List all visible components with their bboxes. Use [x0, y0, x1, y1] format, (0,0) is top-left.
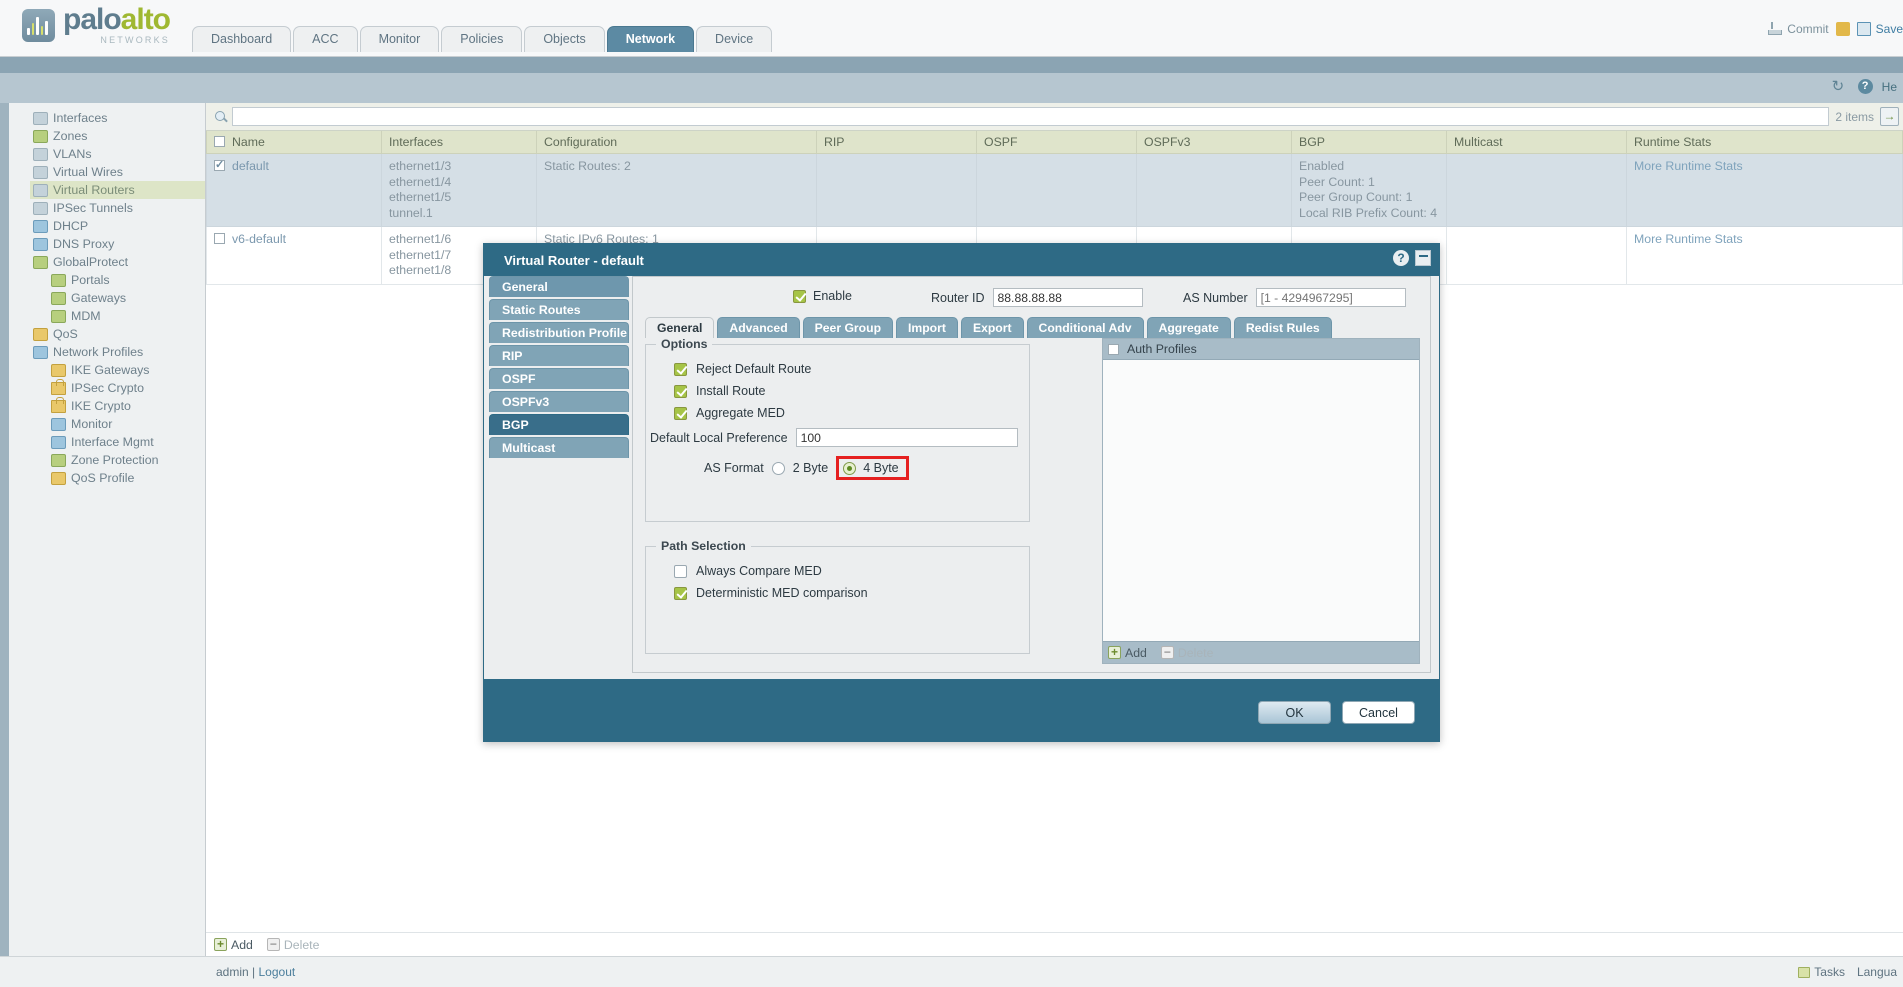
bgp-general-tab-content: Options Reject Default Route Install Rou…: [645, 337, 1420, 664]
aggregate-med-checkbox[interactable]: [674, 406, 687, 420]
bgp-horizontal-tabs: General Advanced Peer Group Import Export Con…: [645, 317, 1335, 338]
as-format-label: AS Format: [704, 461, 764, 475]
path-selection-fieldset: Path Selection Always Compare MED Determ…: [645, 539, 1030, 654]
bgp-tab-import[interactable]: Import: [896, 317, 958, 338]
dialog-vtab-general[interactable]: General: [489, 276, 629, 297]
router-id-input[interactable]: [992, 288, 1143, 307]
default-local-preference-row: Default Local Preference: [650, 428, 1029, 447]
dialog-vtab-redistribution-profile[interactable]: Redistribution Profile: [489, 322, 629, 343]
as-format-4byte-highlight: 4 Byte: [836, 456, 909, 480]
as-format-4byte-label: 4 Byte: [863, 461, 899, 475]
application-window: paloalto NETWORKS Dashboard ACC Monitor Pol…: [0, 0, 1903, 987]
reject-default-route-row[interactable]: Reject Default Route: [674, 362, 1029, 376]
minus-icon: −: [1160, 646, 1174, 659]
auth-profiles-delete-button[interactable]: − Delete: [1160, 645, 1214, 660]
options-fieldset: Options Reject Default Route Install Rou…: [645, 337, 1030, 522]
dialog-vtab-ospfv3[interactable]: OSPFv3: [489, 391, 629, 412]
dialog-vtab-static-routes[interactable]: Static Routes: [489, 299, 629, 320]
bgp-tab-redist-rules[interactable]: Redist Rules: [1233, 317, 1332, 338]
install-route-label: Install Route: [696, 384, 766, 398]
plus-icon: +: [1108, 646, 1121, 659]
dialog-vtab-rip[interactable]: RIP: [489, 345, 629, 366]
aggregate-med-row[interactable]: Aggregate MED: [674, 406, 1029, 420]
dialog-vtab-ospf[interactable]: OSPF: [489, 368, 629, 389]
dialog-body: General Static Routes Redistribution Profi…: [484, 276, 1439, 679]
deterministic-med-label: Deterministic MED comparison: [696, 586, 868, 600]
default-local-preference-input[interactable]: [795, 428, 1018, 447]
aggregate-med-label: Aggregate MED: [696, 406, 785, 420]
always-compare-med-label: Always Compare MED: [696, 564, 822, 578]
cancel-button[interactable]: Cancel: [1342, 701, 1415, 724]
dialog-title-bar: Virtual Router - default ?: [484, 244, 1439, 276]
path-selection-legend: Path Selection: [656, 539, 751, 553]
as-format-4byte-radio[interactable]: [843, 461, 857, 475]
bgp-tab-aggregate[interactable]: Aggregate: [1146, 317, 1231, 338]
bgp-tab-advanced[interactable]: Advanced: [717, 317, 800, 338]
install-route-row[interactable]: Install Route: [674, 384, 1029, 398]
default-local-preference-label: Default Local Preference: [650, 430, 788, 445]
reject-default-route-label: Reject Default Route: [696, 362, 812, 376]
bgp-tab-export[interactable]: Export: [960, 317, 1024, 338]
install-route-checkbox[interactable]: [674, 384, 687, 398]
as-number-row: AS Number: [1183, 288, 1406, 307]
modal-overlay: Virtual Router - default ? General Static…: [0, 0, 1903, 987]
auth-profiles-list[interactable]: [1103, 361, 1419, 641]
bgp-tab-conditional-adv[interactable]: Conditional Adv: [1026, 317, 1144, 338]
as-number-label: AS Number: [1183, 290, 1248, 305]
auth-profiles-delete-label: Delete: [1177, 645, 1214, 660]
enable-label: Enable: [813, 289, 852, 303]
always-compare-med-row[interactable]: Always Compare MED: [674, 564, 1029, 578]
as-number-input[interactable]: [1255, 288, 1406, 307]
dialog-help-icon[interactable]: ?: [1393, 250, 1409, 266]
deterministic-med-checkbox[interactable]: [674, 586, 687, 600]
as-format-2byte-label: 2 Byte: [792, 461, 829, 475]
as-format-row: AS Format 2 Byte 4 Byte: [704, 456, 1029, 480]
dialog-title: Virtual Router - default: [504, 252, 644, 268]
dialog-vtab-multicast[interactable]: Multicast: [489, 437, 629, 458]
router-id-row: Router ID: [931, 288, 1143, 307]
panel-header-row: Enable Router ID AS Number: [633, 277, 1430, 317]
auth-profiles-header: Auth Profiles: [1103, 339, 1419, 360]
enable-checkbox[interactable]: [793, 289, 806, 303]
always-compare-med-checkbox[interactable]: [674, 564, 687, 578]
options-legend: Options: [656, 337, 713, 351]
enable-checkbox-row[interactable]: Enable: [793, 289, 852, 303]
auth-profiles-action-bar: + Add − Delete: [1103, 641, 1419, 663]
virtual-router-dialog: Virtual Router - default ? General Static…: [483, 243, 1440, 742]
auth-profiles-select-all-checkbox[interactable]: [1108, 343, 1119, 355]
dialog-vtab-bgp[interactable]: BGP: [489, 414, 629, 435]
reject-default-route-checkbox[interactable]: [674, 362, 687, 376]
auth-profiles-panel: Auth Profiles + Add − Delete: [1102, 338, 1420, 664]
bgp-panel: Enable Router ID AS Number GeneralAdvanc…: [632, 276, 1431, 673]
bgp-tab-general[interactable]: General: [645, 317, 715, 338]
dialog-footer: OK Cancel: [484, 679, 1439, 741]
ok-button[interactable]: OK: [1258, 701, 1331, 724]
deterministic-med-row[interactable]: Deterministic MED comparison: [674, 586, 1029, 600]
bgp-tab-peer-group[interactable]: Peer Group: [802, 317, 894, 338]
auth-profiles-header-label: Auth Profiles: [1127, 342, 1197, 356]
dialog-minimize-icon[interactable]: [1415, 250, 1431, 266]
as-format-2byte-radio[interactable]: [771, 461, 785, 475]
dialog-vertical-tabs: General Static Routes Redistribution Profi…: [489, 276, 629, 460]
auth-profiles-add-button[interactable]: + Add: [1108, 646, 1147, 660]
router-id-label: Router ID: [931, 290, 985, 305]
auth-profiles-add-label: Add: [1125, 645, 1147, 660]
